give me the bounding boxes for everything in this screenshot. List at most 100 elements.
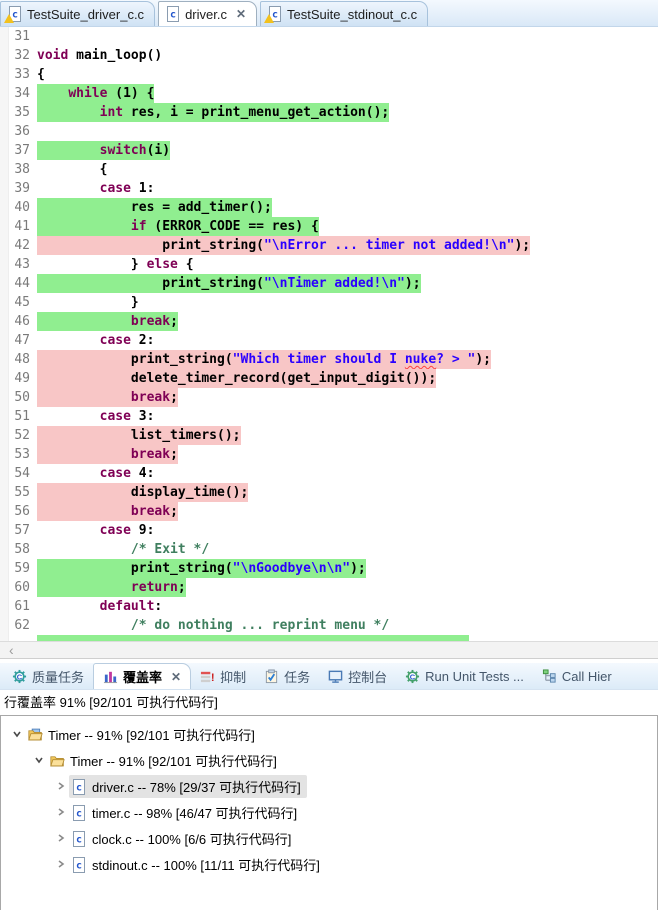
view-tab-coverage-chart[interactable]: 覆盖率✕: [93, 663, 191, 689]
annotation-ruler[interactable]: [0, 407, 9, 426]
tree-item[interactable]: cstdinout.c -- 100% [11/11 可执行代码行]: [69, 853, 326, 876]
code-text[interactable]: /* Exit */: [37, 540, 209, 559]
annotation-ruler[interactable]: [0, 369, 9, 388]
annotation-ruler[interactable]: [0, 483, 9, 502]
annotation-ruler[interactable]: [0, 274, 9, 293]
annotation-ruler[interactable]: [0, 350, 9, 369]
view-tab-run-gear[interactable]: CRun Unit Tests ...: [396, 663, 533, 689]
close-view-icon[interactable]: ✕: [171, 670, 181, 684]
annotation-ruler[interactable]: [0, 65, 9, 84]
tree-item[interactable]: cclock.c -- 100% [6/6 可执行代码行]: [69, 827, 297, 850]
annotation-ruler[interactable]: [0, 464, 9, 483]
annotation-ruler[interactable]: [0, 46, 9, 65]
code-text[interactable]: case 9:: [37, 521, 154, 540]
chevron-right-icon[interactable]: [53, 807, 69, 817]
view-tab-suppressions[interactable]: !抑制: [191, 663, 255, 689]
annotation-ruler[interactable]: [0, 217, 9, 236]
annotation-ruler[interactable]: [0, 103, 9, 122]
view-tab-quality-gear[interactable]: C质量任务: [3, 663, 93, 689]
annotation-ruler[interactable]: [0, 559, 9, 578]
close-tab-icon[interactable]: ✕: [236, 7, 246, 21]
code-text[interactable]: int res, i = print_menu_get_action();: [37, 103, 389, 122]
annotation-ruler[interactable]: [0, 84, 9, 103]
code-text[interactable]: case 4:: [37, 464, 154, 483]
code-text[interactable]: delete_timer_record(get_input_digit());: [37, 369, 436, 388]
code-text[interactable]: switch(i): [37, 141, 170, 160]
annotation-ruler[interactable]: [0, 27, 9, 46]
code-text[interactable]: while (1) {: [37, 84, 154, 103]
annotation-ruler[interactable]: [0, 160, 9, 179]
annotation-ruler[interactable]: [0, 635, 9, 641]
code-text[interactable]: break;: [37, 388, 178, 407]
line-number: 34: [9, 84, 37, 103]
chevron-right-icon[interactable]: [53, 833, 69, 843]
annotation-ruler[interactable]: [0, 388, 9, 407]
annotation-ruler[interactable]: [0, 122, 9, 141]
code-plain: [37, 504, 131, 519]
code-text[interactable]: /* do nothing ... reprint menu */: [37, 616, 389, 635]
code-text[interactable]: return;: [37, 578, 186, 597]
code-text[interactable]: default:: [37, 597, 162, 616]
annotation-ruler[interactable]: [0, 331, 9, 350]
code-text[interactable]: print_string("\nGoodbye\n\n");: [37, 559, 366, 578]
tree-row[interactable]: Timer -- 91% [92/101 可执行代码行]: [1, 747, 657, 773]
code-text[interactable]: case 3:: [37, 407, 154, 426]
annotation-ruler[interactable]: [0, 293, 9, 312]
view-tab-call-hierarchy[interactable]: Call Hier: [533, 663, 621, 689]
chevron-down-icon[interactable]: [31, 755, 47, 765]
annotation-ruler[interactable]: [0, 502, 9, 521]
tree-item[interactable]: Timer -- 91% [92/101 可执行代码行]: [47, 749, 283, 772]
chevron-down-icon[interactable]: [9, 729, 25, 739]
annotation-ruler[interactable]: [0, 236, 9, 255]
annotation-ruler[interactable]: [0, 141, 9, 160]
code-text[interactable]: {: [37, 160, 107, 179]
editor-tab-driver.c[interactable]: cdriver.c✕: [158, 1, 257, 26]
editor-tab-TestSuite_driver_c.c[interactable]: cTestSuite_driver_c.c: [0, 1, 155, 26]
tree-row[interactable]: ctimer.c -- 98% [46/47 可执行代码行]: [1, 799, 657, 825]
code-text[interactable]: break;: [37, 502, 178, 521]
tree-row[interactable]: cclock.c -- 100% [6/6 可执行代码行]: [1, 825, 657, 851]
code-text[interactable]: case 1:: [37, 179, 154, 198]
code-text[interactable]: void main_loop(): [37, 46, 162, 65]
code-line: 56 break;: [0, 502, 658, 521]
code-text[interactable]: if (ERROR_CODE == res) {: [37, 217, 319, 236]
code-text[interactable]: break;: [37, 445, 178, 464]
code-text[interactable]: print_string("\nError ... timer not adde…: [37, 236, 530, 255]
code-text[interactable]: list_timers();: [37, 426, 241, 445]
code-text[interactable]: }: [37, 293, 139, 312]
view-tab-console[interactable]: 控制台: [319, 663, 396, 689]
annotation-ruler[interactable]: [0, 426, 9, 445]
annotation-ruler[interactable]: [0, 597, 9, 616]
tree-row[interactable]: cdriver.c -- 78% [29/37 可执行代码行]: [1, 773, 657, 799]
code-text[interactable]: display_time();: [37, 483, 248, 502]
view-tab-tasks[interactable]: 任务: [255, 663, 319, 689]
annotation-ruler[interactable]: [0, 179, 9, 198]
tree-row[interactable]: Timer -- 91% [92/101 可执行代码行]: [1, 721, 657, 747]
code-text[interactable]: {: [37, 65, 45, 84]
chevron-right-icon[interactable]: [53, 859, 69, 869]
chevron-right-icon[interactable]: [53, 781, 69, 791]
annotation-ruler[interactable]: [0, 255, 9, 274]
annotation-ruler[interactable]: [0, 616, 9, 635]
editor-tab-TestSuite_stdinout_c.c[interactable]: cTestSuite_stdinout_c.c: [260, 1, 428, 26]
annotation-ruler[interactable]: [0, 521, 9, 540]
code-text[interactable]: } else {: [37, 255, 194, 274]
tree-item[interactable]: ctimer.c -- 98% [46/47 可执行代码行]: [69, 801, 303, 824]
annotation-ruler[interactable]: [0, 540, 9, 559]
annotation-ruler[interactable]: [0, 445, 9, 464]
scroll-left-arrow-icon[interactable]: ‹: [0, 643, 14, 658]
annotation-ruler[interactable]: [0, 198, 9, 217]
code-text[interactable]: case 2:: [37, 331, 154, 350]
code-editor[interactable]: 3132void main_loop()33{34 while (1) {35 …: [0, 27, 658, 641]
annotation-ruler[interactable]: [0, 312, 9, 331]
tree-item[interactable]: Timer -- 91% [92/101 可执行代码行]: [25, 723, 261, 746]
tree-item[interactable]: cdriver.c -- 78% [29/37 可执行代码行]: [69, 775, 307, 798]
editor-horizontal-scrollbar[interactable]: ‹: [0, 641, 658, 658]
code-line: 34 while (1) {: [0, 84, 658, 103]
code-text[interactable]: break;: [37, 312, 178, 331]
code-text[interactable]: print_string("\nTimer added!\n");: [37, 274, 421, 293]
code-text[interactable]: print_string("Which timer should I nuke?…: [37, 350, 491, 369]
tree-row[interactable]: cstdinout.c -- 100% [11/11 可执行代码行]: [1, 851, 657, 877]
annotation-ruler[interactable]: [0, 578, 9, 597]
code-text[interactable]: res = add_timer();: [37, 198, 272, 217]
